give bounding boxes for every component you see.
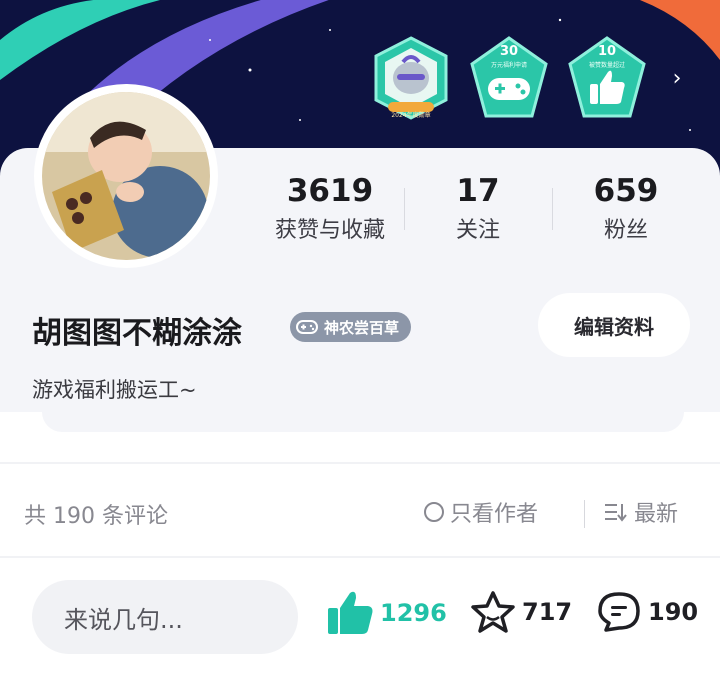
stat-label: 粉丝 — [603, 218, 648, 243]
comment-button[interactable]: 190 — [596, 590, 698, 634]
divider — [0, 462, 720, 464]
stat-value: 659 — [593, 173, 659, 209]
stat-value: 17 — [456, 173, 500, 209]
badge-subtitle: 被赞数量超过 — [588, 62, 625, 69]
knight-helmet-badge-icon[interactable]: 2024年度勋章 — [370, 34, 452, 122]
comments-count: 共 190 条评论 — [24, 504, 168, 529]
like-button[interactable]: 1296 — [326, 590, 447, 636]
avatar-image — [42, 92, 210, 260]
sort-toggle[interactable]: 最新 — [604, 496, 678, 528]
divider — [0, 556, 720, 558]
stat-followers[interactable]: 659 粉丝 — [552, 172, 700, 252]
badge-list[interactable]: 2024年度勋章 30 万元福利申请 10 被赞数量超过 — [370, 34, 648, 122]
stat-label: 关注 — [455, 218, 500, 243]
radio-circle-icon — [424, 502, 444, 522]
stat-value: 3619 — [286, 173, 374, 209]
only-author-label: 只看作者 — [450, 502, 539, 527]
edit-profile-button[interactable]: 编辑资料 — [538, 293, 690, 357]
badge-number: 30 — [499, 44, 519, 59]
sort-label: 最新 — [634, 502, 679, 527]
badge-label: 2024年度勋章 — [391, 112, 431, 119]
badge-subtitle: 万元福利申请 — [490, 62, 527, 69]
badge-number: 10 — [597, 44, 617, 59]
profile-stats: 3619 获赞与收藏 17 关注 659 粉丝 — [256, 172, 700, 252]
favorite-button[interactable]: 717 — [470, 590, 572, 634]
stat-label: 获赞与收藏 — [274, 218, 385, 243]
favorite-count: 717 — [522, 598, 573, 626]
chevron-right-icon[interactable]: › — [668, 66, 686, 92]
star-icon — [471, 591, 515, 633]
only-author-toggle[interactable]: 只看作者 — [424, 496, 538, 528]
thumbs-up-icon — [328, 591, 373, 634]
profile-bio: 游戏福利搬运工~ — [32, 378, 197, 402]
sort-icon — [605, 504, 627, 522]
level-badge[interactable]: 神农尝百草 — [290, 312, 412, 342]
level-badge-label: 神农尝百草 — [324, 318, 400, 337]
comment-input[interactable]: 来说几句... — [32, 580, 298, 654]
gamepad-badge-icon[interactable]: 30 万元福利申请 — [468, 34, 550, 122]
profile-name: 胡图图不糊涂涂 — [32, 316, 242, 351]
comment-bubble-icon — [598, 592, 640, 632]
stat-following[interactable]: 17 关注 — [404, 172, 552, 252]
divider — [584, 500, 585, 528]
card-bottom-edge — [42, 412, 684, 432]
comment-count: 190 — [648, 598, 699, 626]
gamepad-icon — [296, 320, 318, 334]
like-count: 1296 — [380, 599, 447, 627]
stat-likes-favorites[interactable]: 3619 获赞与收藏 — [256, 172, 404, 252]
thumbs-up-badge-icon[interactable]: 10 被赞数量超过 — [566, 34, 648, 122]
avatar[interactable] — [34, 84, 218, 268]
